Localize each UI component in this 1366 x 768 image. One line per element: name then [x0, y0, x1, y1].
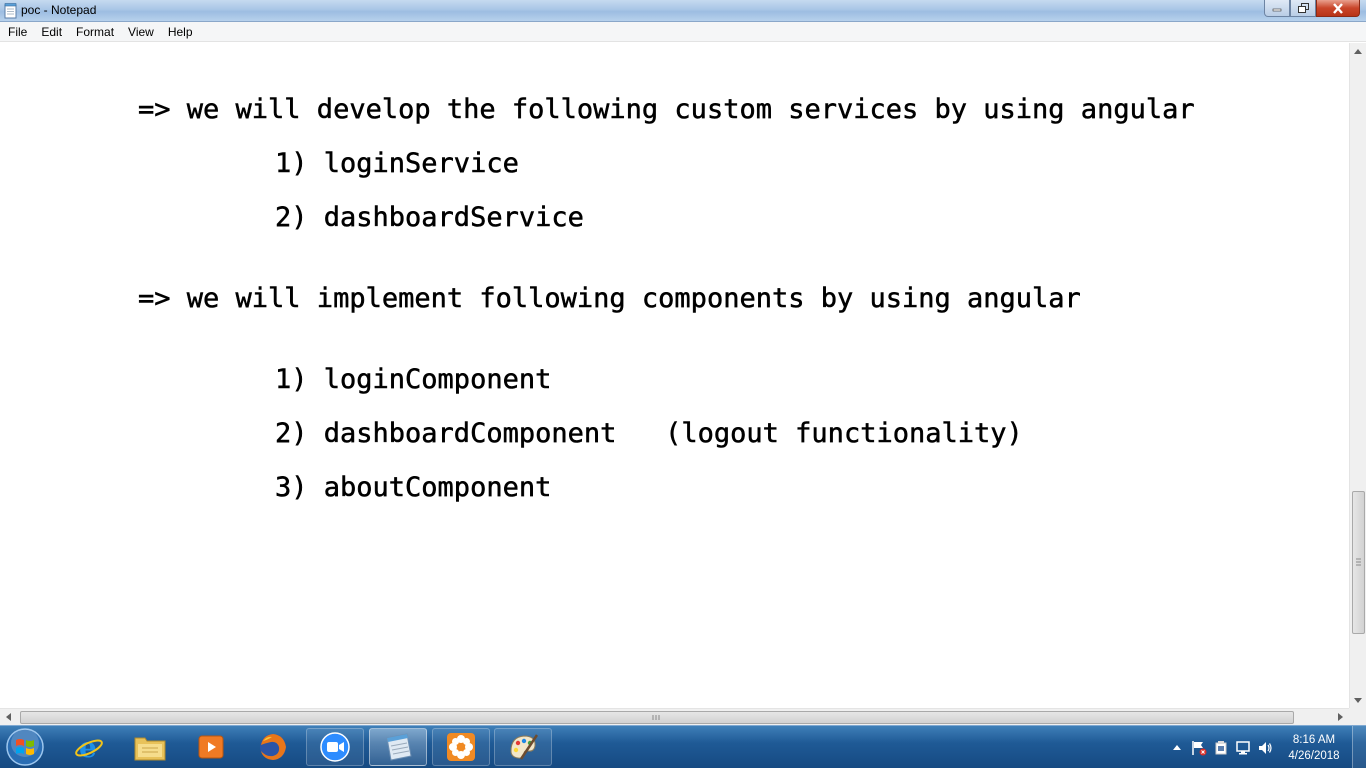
safely-remove-hardware-button[interactable] [1210, 737, 1232, 759]
flower-app-icon [447, 733, 475, 761]
show-desktop-button[interactable] [1352, 726, 1366, 768]
horizontal-scrollbar[interactable] [0, 708, 1349, 725]
editor-line: 1) loginComponent [275, 364, 552, 396]
editor-line: 3) aboutComponent [275, 472, 552, 504]
volume-button[interactable] [1254, 737, 1276, 759]
clock-time: 8:16 AM [1292, 733, 1336, 746]
taskbar-zoom[interactable] [306, 728, 364, 766]
taskbar-notepad[interactable] [369, 728, 427, 766]
menu-help[interactable]: Help [161, 22, 200, 42]
restore-button[interactable] [1290, 0, 1316, 17]
taskbar-firefox[interactable] [244, 728, 302, 766]
vertical-scrollbar[interactable] [1349, 43, 1366, 708]
taskbar-internet-explorer[interactable]: e [60, 728, 118, 766]
arrow-down-icon [1354, 697, 1362, 703]
chevron-up-icon [1173, 745, 1181, 750]
file-explorer-icon [134, 737, 166, 761]
firefox-icon [260, 734, 286, 760]
arrow-up-icon [1354, 48, 1362, 54]
restore-icon [1297, 3, 1309, 13]
editor-line: => we will implement following component… [138, 283, 1081, 315]
flag-alert-icon [1192, 740, 1207, 755]
menu-file[interactable]: File [1, 22, 34, 42]
editor-line: 2) dashboardComponent (logout functional… [275, 418, 1023, 450]
horizontal-scroll-thumb[interactable] [20, 711, 1294, 724]
taskbar-flower-app[interactable] [432, 728, 490, 766]
clock[interactable]: 8:16 AM 4/26/2018 [1276, 732, 1352, 764]
minimize-button[interactable] [1264, 0, 1290, 17]
grip-icon [1356, 558, 1361, 566]
editor-line: => we will develop the following custom … [138, 94, 1195, 126]
usb-device-icon [1215, 740, 1227, 754]
paint-icon [510, 734, 539, 760]
text-editor[interactable]: => we will develop the following custom … [0, 43, 1349, 708]
vertical-scroll-thumb[interactable] [1352, 491, 1365, 634]
arrow-right-icon [1338, 713, 1343, 721]
notepad-app-icon[interactable] [4, 3, 18, 19]
scroll-up-button[interactable] [1350, 43, 1366, 59]
menu-edit[interactable]: Edit [34, 22, 69, 42]
editor-line: 2) dashboardService [275, 202, 584, 234]
network-icon [1236, 740, 1250, 754]
close-button[interactable] [1316, 0, 1360, 17]
start-button[interactable] [3, 727, 47, 767]
show-hidden-icons-button[interactable] [1166, 737, 1188, 759]
scroll-right-button[interactable] [1332, 709, 1349, 725]
arrow-left-icon [6, 713, 11, 721]
zoom-icon [320, 732, 350, 762]
action-center-button[interactable] [1188, 737, 1210, 759]
taskbar-file-explorer[interactable] [121, 728, 179, 766]
editor-line: 1) loginService [275, 148, 519, 180]
menu-view[interactable]: View [121, 22, 161, 42]
menu-bar: File Edit Format View Help [0, 22, 1366, 42]
window-title: poc - Notepad [21, 3, 97, 17]
menu-format[interactable]: Format [69, 22, 121, 42]
taskbar-media-player[interactable] [182, 728, 240, 766]
clock-date: 4/26/2018 [1288, 749, 1340, 762]
taskbar: e 8:16 AM 4/26/2018 [0, 725, 1366, 768]
windows-start-icon [6, 728, 44, 766]
media-player-icon [198, 735, 224, 759]
speaker-icon [1259, 741, 1272, 754]
scroll-left-button[interactable] [0, 709, 17, 725]
minimize-icon [1272, 8, 1282, 12]
network-button[interactable] [1232, 737, 1254, 759]
internet-explorer-icon: e [75, 731, 103, 763]
system-tray: 8:16 AM 4/26/2018 [1166, 726, 1366, 768]
taskbar-paint[interactable] [494, 728, 552, 766]
scroll-down-button[interactable] [1350, 692, 1366, 708]
size-grip[interactable] [1349, 708, 1366, 725]
notepad-icon [386, 733, 412, 761]
close-icon [1333, 2, 1343, 14]
title-bar[interactable]: poc - Notepad [0, 0, 1366, 22]
window-controls [1264, 0, 1360, 18]
grip-icon [652, 715, 660, 720]
